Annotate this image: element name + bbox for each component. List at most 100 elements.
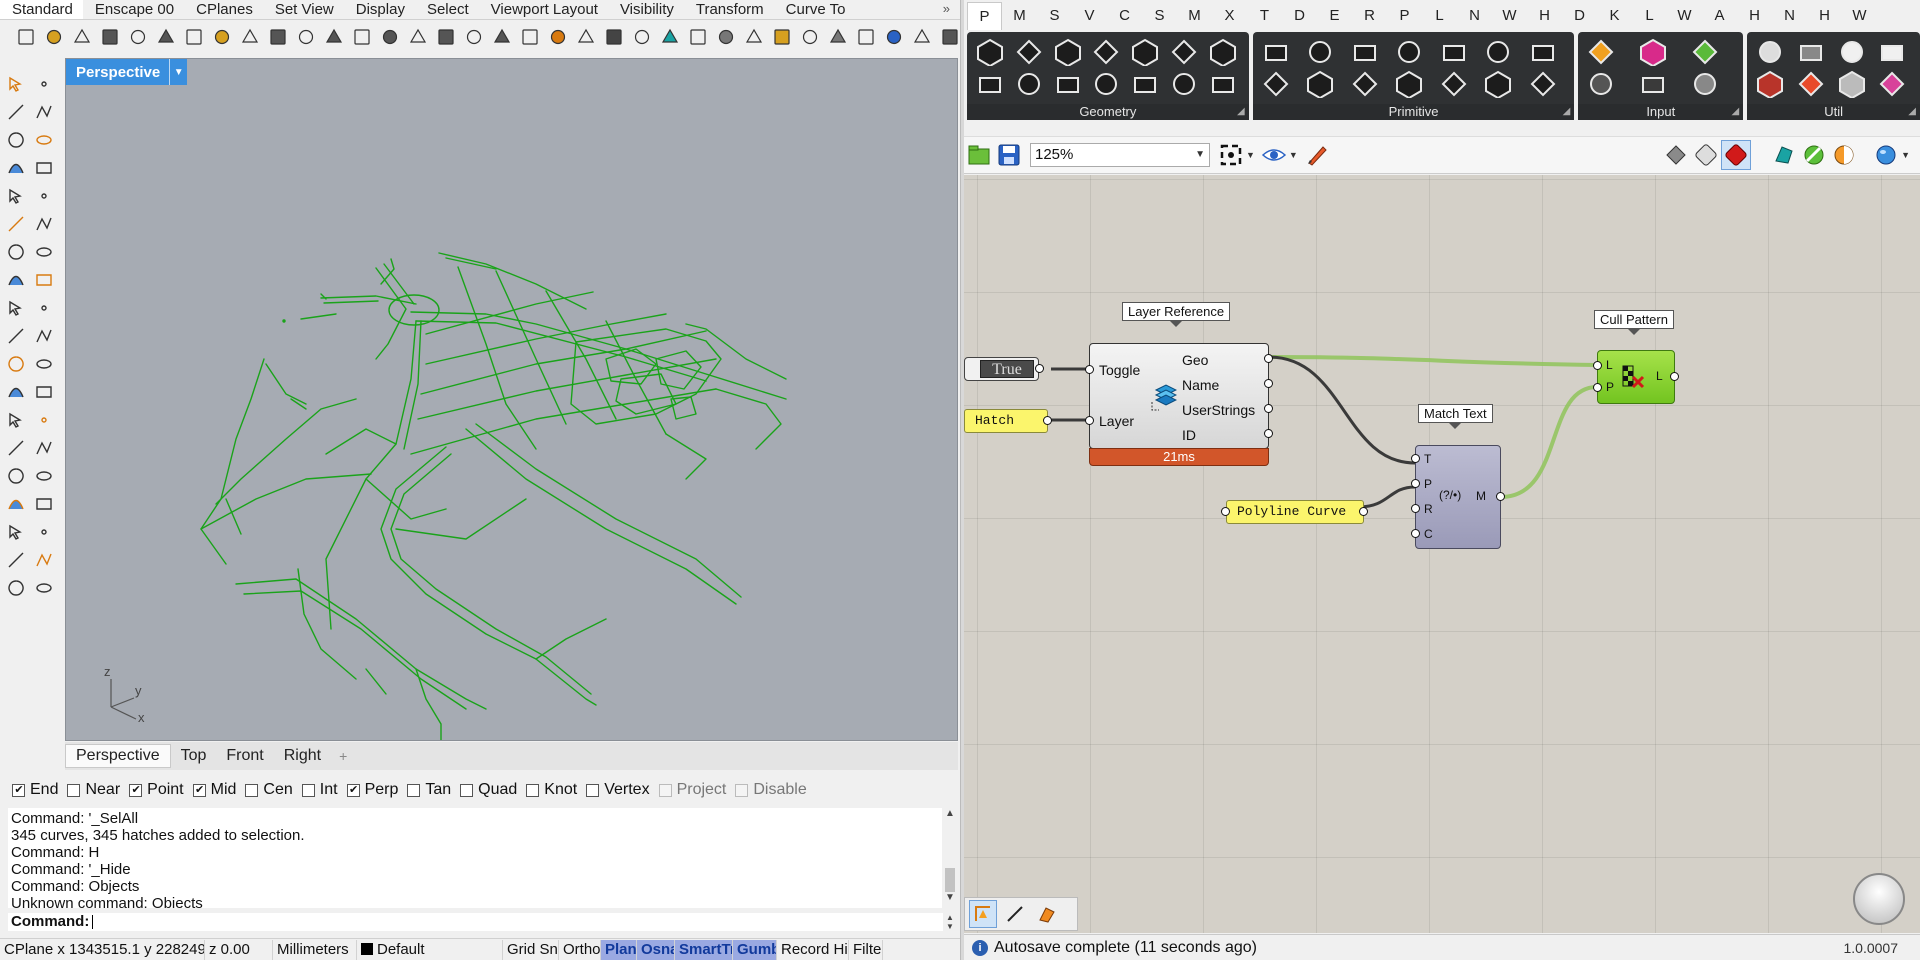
rhino-curve[interactable] bbox=[300, 313, 337, 320]
osnap-point[interactable]: Point bbox=[129, 781, 184, 799]
color-picker-icon[interactable] bbox=[658, 25, 682, 49]
fillet-icon[interactable] bbox=[30, 210, 58, 238]
zoom-extents-icon[interactable] bbox=[350, 25, 374, 49]
gh-component-icon[interactable] bbox=[1688, 68, 1722, 100]
command-history-scrollbar[interactable]: ▲ ▼ bbox=[942, 808, 958, 908]
grid-icon[interactable] bbox=[2, 518, 30, 546]
light-icon[interactable] bbox=[574, 25, 598, 49]
gh-tab-3[interactable]: V bbox=[1072, 2, 1107, 30]
gh-component-icon[interactable] bbox=[1206, 36, 1240, 68]
toolbar-tab-enscape-00[interactable]: Enscape 00 bbox=[83, 0, 184, 19]
gh-tab-21[interactable]: A bbox=[1702, 2, 1737, 30]
gh-component-icon[interactable] bbox=[1753, 36, 1787, 68]
view-tab-front[interactable]: Front bbox=[216, 745, 273, 767]
command-line[interactable]: Command: bbox=[8, 913, 943, 931]
input-grip[interactable] bbox=[1085, 416, 1094, 425]
gh-tab-20[interactable]: W bbox=[1667, 2, 1702, 30]
status-toggle-planar[interactable]: Planar bbox=[601, 939, 637, 960]
preview-shaded-icon[interactable] bbox=[1691, 140, 1721, 170]
gh-tab-24[interactable]: H bbox=[1807, 2, 1842, 30]
rhino-curve[interactable] bbox=[665, 433, 707, 480]
view-tab-right[interactable]: Right bbox=[274, 745, 331, 767]
gh-tab-5[interactable]: S bbox=[1142, 2, 1177, 30]
gh-component-icon[interactable] bbox=[1012, 36, 1046, 68]
plugin-icon[interactable] bbox=[938, 25, 960, 49]
render-sphere-icon[interactable] bbox=[518, 25, 542, 49]
rhino-point[interactable] bbox=[282, 319, 286, 323]
gh-component-icon[interactable] bbox=[1051, 68, 1085, 100]
status-toggle-record-history[interactable]: Record History bbox=[777, 939, 849, 960]
gh-component-icon[interactable] bbox=[1636, 68, 1670, 100]
gh-tab-25[interactable]: W bbox=[1842, 2, 1877, 30]
output-grip[interactable] bbox=[1496, 492, 1505, 501]
input-grip[interactable] bbox=[1593, 361, 1602, 370]
status-toggle-gumball[interactable]: Gumball bbox=[733, 939, 777, 960]
toolbar-tab-standard[interactable]: Standard bbox=[0, 0, 83, 19]
sphere-display-icon[interactable] bbox=[1871, 140, 1901, 170]
input-grip[interactable] bbox=[1593, 383, 1602, 392]
solid-box-icon[interactable] bbox=[2, 266, 30, 294]
gh-tab-8[interactable]: T bbox=[1247, 2, 1282, 30]
osnap-cen[interactable]: Cen bbox=[245, 781, 293, 799]
undo-icon[interactable] bbox=[238, 25, 262, 49]
osnap-mid-checkbox[interactable] bbox=[192, 783, 206, 797]
gh-component-icon[interactable] bbox=[1012, 68, 1046, 100]
curve-tools-icon[interactable] bbox=[2, 210, 30, 238]
output-grip[interactable] bbox=[1670, 372, 1679, 381]
gh-panel-title[interactable]: Primitive ◢ bbox=[1252, 104, 1575, 120]
rhino-curve[interactable] bbox=[415, 668, 442, 741]
chevron-down-icon[interactable]: ▼ bbox=[1289, 150, 1298, 160]
gh-panel-title[interactable]: Input ◢ bbox=[1578, 104, 1744, 120]
gh-tab-23[interactable]: N bbox=[1772, 2, 1807, 30]
match-text-component[interactable]: T P R C (?/•) M bbox=[1411, 445, 1505, 549]
gear-options-icon[interactable] bbox=[854, 25, 878, 49]
properties-icon[interactable] bbox=[490, 25, 514, 49]
gh-component-icon[interactable] bbox=[1303, 68, 1337, 100]
osnap-knot-checkbox[interactable] bbox=[526, 783, 540, 797]
gh-component-icon[interactable] bbox=[1303, 36, 1337, 68]
rhino-curve[interactable] bbox=[410, 311, 787, 400]
status-toggle-osnap[interactable]: Osnap bbox=[637, 939, 675, 960]
chevron-down-icon[interactable]: ▼ bbox=[1901, 150, 1910, 160]
panel-hatch[interactable]: Hatch bbox=[964, 409, 1052, 433]
osnap-end-checkbox[interactable] bbox=[12, 783, 25, 797]
check-icon[interactable] bbox=[30, 462, 58, 490]
scroll-down-icon[interactable]: ▼ bbox=[942, 892, 958, 908]
gh-component-icon[interactable] bbox=[1584, 68, 1618, 100]
save-file-icon[interactable] bbox=[994, 140, 1024, 170]
zoom-selected-icon[interactable] bbox=[378, 25, 402, 49]
zoom-extents-icon[interactable] bbox=[1216, 140, 1246, 170]
gh-tab-1[interactable]: M bbox=[1002, 2, 1037, 30]
gh-component-icon[interactable] bbox=[1206, 68, 1240, 100]
network-surface-icon[interactable] bbox=[30, 238, 58, 266]
osnap-point-checkbox[interactable] bbox=[129, 783, 143, 797]
gh-tab-12[interactable]: P bbox=[1387, 2, 1422, 30]
array-icon[interactable] bbox=[30, 378, 58, 406]
help-icon[interactable] bbox=[882, 25, 906, 49]
gh-component-icon[interactable] bbox=[1348, 36, 1382, 68]
gh-component-icon[interactable] bbox=[1128, 68, 1162, 100]
panel-expand-icon[interactable]: ◢ bbox=[1237, 104, 1245, 120]
viewport-menu-icon[interactable]: ▼ bbox=[169, 59, 187, 85]
zoom-window-icon[interactable] bbox=[322, 25, 346, 49]
gh-component-icon[interactable] bbox=[1348, 68, 1382, 100]
surface-icon[interactable] bbox=[2, 238, 30, 266]
gh-tab-4[interactable]: C bbox=[1107, 2, 1142, 30]
rhino-curve[interactable] bbox=[243, 590, 467, 710]
color-display-icon[interactable] bbox=[1799, 140, 1829, 170]
gh-tab-9[interactable]: D bbox=[1282, 2, 1317, 30]
group-2-icon[interactable] bbox=[30, 546, 58, 574]
rendered-sphere-icon[interactable] bbox=[714, 25, 738, 49]
gh-tab-18[interactable]: K bbox=[1597, 2, 1632, 30]
toolbar-tab-viewport-layout[interactable]: Viewport Layout bbox=[479, 0, 608, 19]
arc-icon[interactable] bbox=[2, 154, 30, 182]
open-file-icon[interactable] bbox=[42, 25, 66, 49]
osnap-knot[interactable]: Knot bbox=[526, 781, 577, 799]
gh-component-icon[interactable] bbox=[1051, 36, 1085, 68]
osnap-quad[interactable]: Quad bbox=[460, 781, 517, 799]
gradient-display-icon[interactable] bbox=[1829, 140, 1859, 170]
osnap-vertex-checkbox[interactable] bbox=[586, 783, 600, 797]
import-icon[interactable] bbox=[126, 25, 150, 49]
layer-icon[interactable] bbox=[546, 25, 570, 49]
osnap-end[interactable]: End bbox=[12, 781, 58, 799]
